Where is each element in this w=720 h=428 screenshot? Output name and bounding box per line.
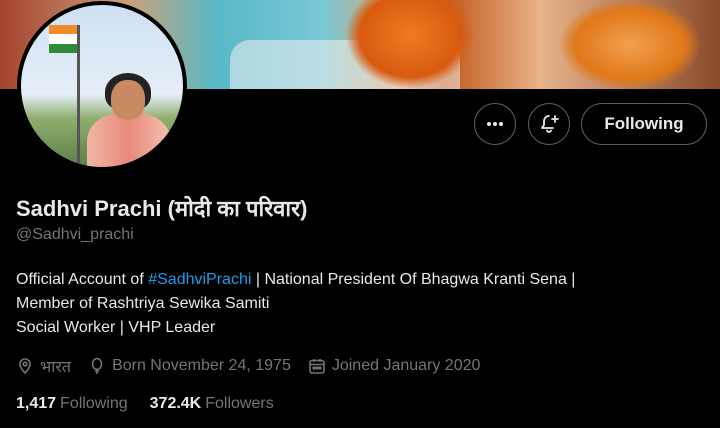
birthday-item: Born November 24, 1975 (88, 357, 291, 375)
banner-figure (345, 0, 475, 89)
location-text: भारत (40, 359, 72, 376)
user-handle: @Sadhvi_prachi (16, 226, 134, 243)
more-icon (487, 122, 503, 126)
following-button-label: Following (604, 114, 684, 133)
more-button[interactable] (474, 103, 516, 145)
profile-bio: Official Account of #SadhviPrachi | Nati… (16, 268, 706, 340)
following-count: 1,417 (16, 395, 57, 412)
profile-meta: भारत Born November 24, 1975 Joined Janua… (16, 355, 497, 377)
flag-pole (77, 25, 80, 165)
followers-label: Followers (205, 395, 274, 412)
joined-text: Joined January 2020 (331, 357, 481, 374)
following-button[interactable]: Following (581, 103, 707, 145)
notifications-button[interactable] (528, 103, 570, 145)
follow-stats: 1,417 Following 372.4K Followers (16, 395, 296, 413)
avatar-person-face (111, 80, 145, 120)
joined-item: Joined January 2020 (308, 357, 481, 375)
location-pin-icon (19, 358, 31, 375)
avatar[interactable] (17, 1, 187, 171)
hashtag-link[interactable]: #SadhviPrachi (148, 271, 251, 288)
bio-line-2: Member of Rashtriya Sewika Samiti (16, 295, 270, 312)
bell-plus-icon (541, 115, 559, 133)
bio-text: | National President Of Bhagwa Kranti Se… (251, 271, 576, 288)
balloon-icon (91, 357, 103, 374)
flag-image (49, 25, 79, 53)
location-item: भारत (16, 355, 71, 377)
calendar-icon (309, 359, 325, 374)
birthday-text: Born November 24, 1975 (112, 357, 291, 374)
following-link[interactable]: 1,417 Following (16, 395, 128, 413)
followers-link[interactable]: 372.4K Followers (150, 395, 274, 413)
avatar-person-body (87, 113, 171, 167)
bio-line-3: Social Worker | VHP Leader (16, 319, 216, 336)
bio-text: Official Account of (16, 271, 149, 288)
followers-count: 372.4K (149, 395, 202, 412)
following-label: Following (60, 395, 128, 412)
display-name: Sadhvi Prachi (मोदी का परिवार) (16, 196, 308, 221)
bio-line-1: Official Account of #SadhviPrachi | Nati… (16, 268, 706, 292)
banner-figure (560, 0, 700, 89)
